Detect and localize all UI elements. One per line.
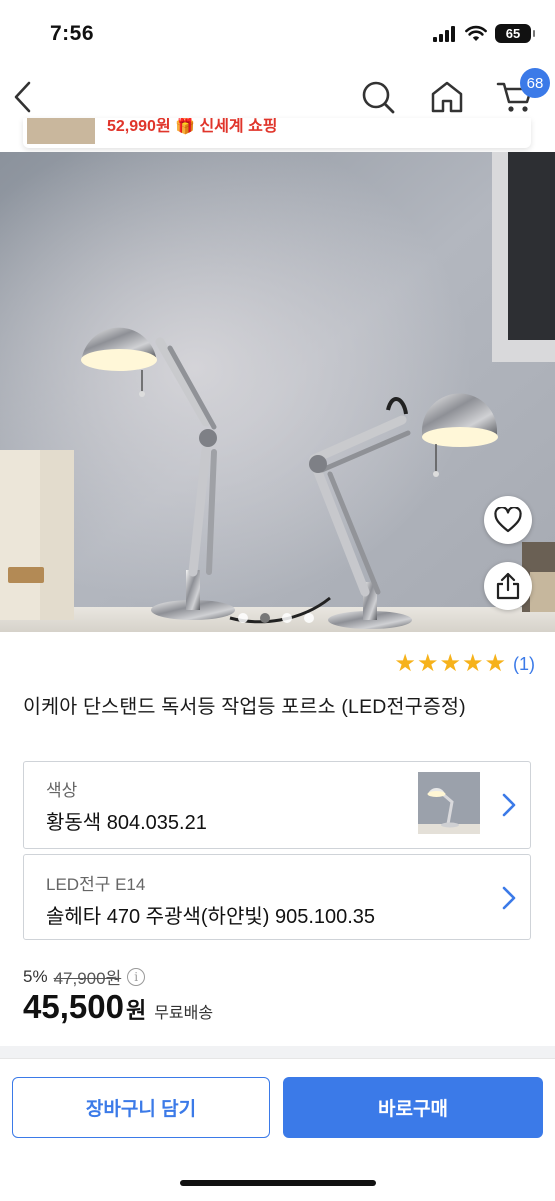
- section-divider: [0, 1046, 555, 1058]
- discount-line: 5% 47,900원 i: [23, 964, 146, 989]
- cart-count-badge: 68: [520, 68, 550, 98]
- battery-indicator: 65: [495, 24, 535, 43]
- product-image[interactable]: [0, 152, 555, 632]
- buy-now-button[interactable]: 바로구매: [283, 1077, 543, 1138]
- price-line: 45,500 원 무료배송: [23, 988, 213, 1026]
- star-icon: ★: [394, 650, 416, 677]
- lamp-thumbnail-image: [418, 772, 480, 834]
- home-indicator: [180, 1180, 376, 1186]
- currency-unit: 원: [125, 998, 147, 1023]
- review-count[interactable]: (1): [513, 654, 535, 675]
- home-icon[interactable]: [429, 79, 465, 115]
- promo-text: 52,990원 🎁 신세계 쇼핑: [107, 118, 278, 135]
- current-price: 45,500: [23, 988, 124, 1025]
- discount-rate: 5%: [23, 966, 48, 986]
- add-to-cart-button[interactable]: 장바구니 담기: [12, 1077, 270, 1138]
- wishlist-button[interactable]: [484, 496, 532, 544]
- promo-banner[interactable]: 52,990원 🎁 신세계 쇼핑: [23, 118, 531, 148]
- carousel-dot[interactable]: [282, 613, 292, 623]
- star-icon: ★: [484, 650, 506, 677]
- star-icon: ★: [416, 650, 439, 677]
- option-value: 솔헤타 470 주광색(하얀빛) 905.100.35: [46, 906, 376, 928]
- rating[interactable]: ★ ★ ★ ★ ★ (1): [394, 652, 535, 676]
- option-value: 황동색 804.035.21: [46, 812, 207, 834]
- status-icons: 65: [433, 24, 535, 43]
- carousel-dot[interactable]: [304, 613, 314, 623]
- carousel-dot[interactable]: [238, 613, 248, 623]
- star-icon: ★: [461, 650, 484, 677]
- option-thumbnail: [418, 772, 480, 834]
- product-title: 이케아 단스탠드 독서등 작업등 포르소 (LED전구증정): [23, 696, 466, 718]
- promo-thumbnail: [27, 118, 95, 144]
- back-arrow-icon[interactable]: [10, 80, 36, 114]
- carousel-dots: [238, 613, 314, 623]
- chevron-right-icon: [502, 793, 516, 817]
- share-icon: [496, 572, 520, 600]
- chevron-right-icon: [502, 886, 516, 910]
- signal-icon: [433, 25, 455, 42]
- option-color[interactable]: 색상 황동색 804.035.21: [23, 761, 531, 849]
- option-label: 색상: [46, 781, 78, 800]
- star-icon: ★: [439, 650, 461, 677]
- heart-icon: [494, 507, 522, 533]
- share-button[interactable]: [484, 562, 532, 610]
- shipping-info: 무료배송: [154, 1005, 214, 1022]
- search-icon[interactable]: [360, 79, 396, 115]
- wifi-icon: [465, 25, 487, 41]
- original-price: 47,900원: [53, 969, 122, 988]
- product-photo: [0, 152, 555, 632]
- status-time: 7:56: [50, 22, 95, 45]
- carousel-dot-active[interactable]: [260, 613, 270, 623]
- info-icon[interactable]: i: [127, 967, 146, 986]
- option-label: LED전구 E14: [46, 875, 146, 894]
- option-led-bulb[interactable]: LED전구 E14 솔헤타 470 주광색(하얀빛) 905.100.35: [23, 854, 531, 940]
